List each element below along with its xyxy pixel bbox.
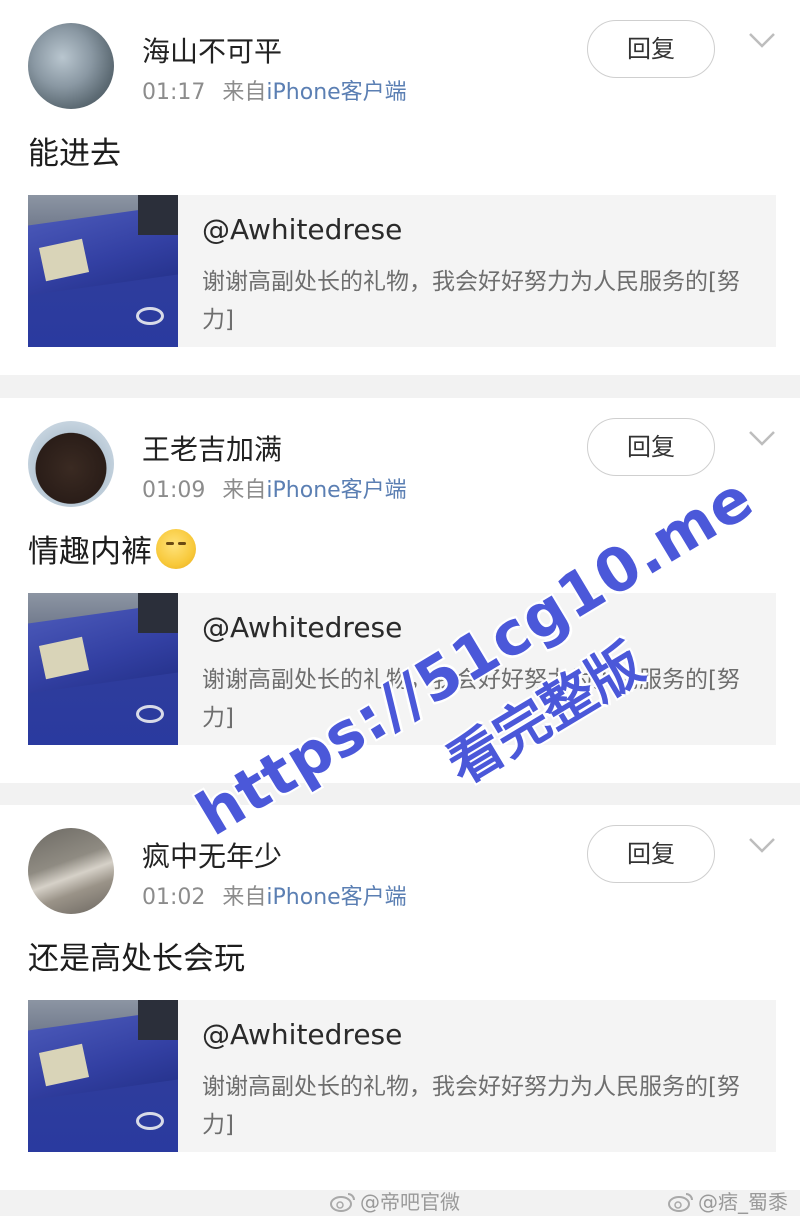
reply-button[interactable]: 回复 [587,20,715,78]
quoted-post-text: 谢谢高副处长的礼物，我会好好努力为人民服务的[努力] [202,1074,740,1138]
avatar[interactable] [28,23,114,109]
reply-button[interactable]: 回复 [587,418,715,476]
username[interactable]: 疯中无年少 [142,835,282,875]
footer-watermark-right-text: @痞_蜀黍 [698,1190,788,1214]
chevron-down-icon[interactable] [748,30,776,50]
chevron-down-icon[interactable] [748,428,776,448]
quoted-post[interactable]: @Awhitedrese 谢谢高副处长的礼物，我会好好努力为人民服务的[努力] [28,1000,776,1152]
username[interactable]: 海山不可平 [142,30,282,70]
username[interactable]: 王老吉加满 [142,428,282,468]
via-label: 来自 [222,478,267,503]
comment-time: 01:17 [142,80,206,105]
comment-text: 还是高处长会玩 [28,941,245,977]
comment-text: 情趣内裤 [28,534,152,570]
chevron-down-icon[interactable] [748,835,776,855]
reply-button[interactable]: 回复 [587,825,715,883]
footer-watermark-left: @帝吧官微 [330,1186,460,1215]
footer-watermark-right: @痞_蜀黍 [668,1186,788,1215]
avatar[interactable] [28,828,114,914]
comment-time: 01:02 [142,885,206,910]
quoted-post[interactable]: @Awhitedrese 谢谢高副处长的礼物，我会好好努力为人民服务的[努力] [28,593,776,745]
quoted-post-text: 谢谢高副处长的礼物，我会好好努力为人民服务的[努力] [202,667,740,731]
quoted-post-text: 谢谢高副处长的礼物，我会好好努力为人民服务的[努力] [202,269,740,333]
comment-meta: 01:09 来自iPhone客户端 [142,472,407,504]
weibo-icon [330,1193,355,1212]
comment-meta: 01:02 来自iPhone客户端 [142,879,407,911]
avatar[interactable] [28,421,114,507]
quoted-post-thumbnail [28,195,178,347]
source-link[interactable]: iPhone客户端 [266,885,406,910]
via-label: 来自 [222,80,267,105]
quoted-post-handle: @Awhitedrese [202,213,403,246]
shush-face-emoji-icon [156,529,196,569]
source-link[interactable]: iPhone客户端 [266,80,406,105]
comment-card: 疯中无年少 01:02 来自iPhone客户端 回复 还是高处长会玩 @Awhi… [0,805,800,1190]
quoted-post-handle: @Awhitedrese [202,1018,403,1051]
quoted-post-handle: @Awhitedrese [202,611,403,644]
comment-time: 01:09 [142,478,206,503]
weibo-icon [668,1193,693,1212]
quoted-post[interactable]: @Awhitedrese 谢谢高副处长的礼物，我会好好努力为人民服务的[努力] [28,195,776,347]
footer-watermark-left-text: @帝吧官微 [360,1190,460,1214]
comment-card: 海山不可平 01:17 来自iPhone客户端 回复 能进去 @Awhitedr… [0,0,800,375]
source-link[interactable]: iPhone客户端 [266,478,406,503]
via-label: 来自 [222,885,267,910]
comment-text: 能进去 [28,136,121,172]
comment-text-row: 情趣内裤 [28,526,196,571]
quoted-post-thumbnail [28,1000,178,1152]
comment-card: 王老吉加满 01:09 来自iPhone客户端 回复 情趣内裤 @Awhited… [0,398,800,783]
quoted-post-thumbnail [28,593,178,745]
comment-meta: 01:17 来自iPhone客户端 [142,74,407,106]
